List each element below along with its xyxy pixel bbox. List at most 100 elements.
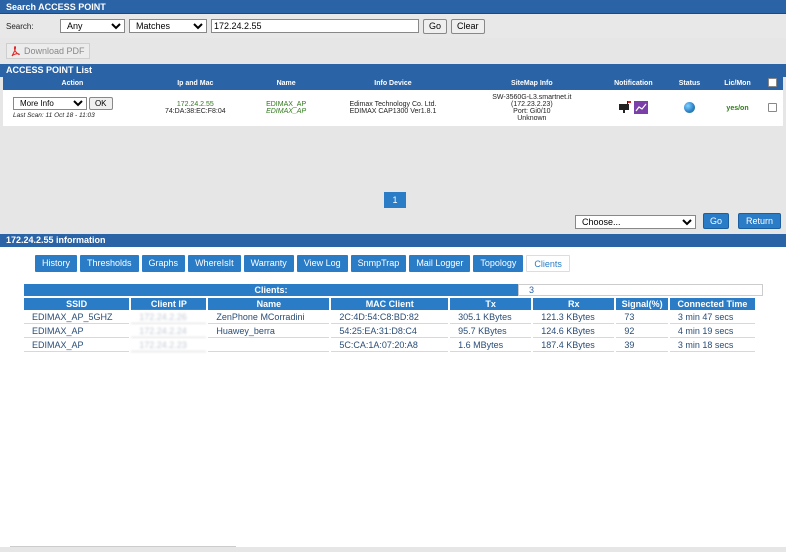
sitemap-location: Unknown xyxy=(517,115,547,122)
chart-icon[interactable] xyxy=(634,100,649,114)
col-ssid: SSID xyxy=(24,298,130,310)
col-mac-client: MAC Client xyxy=(331,298,449,310)
col-rx: Rx xyxy=(533,298,615,310)
cell-client-name: Huawey_berra xyxy=(208,325,330,338)
col-lic-mon: Lic/Mon xyxy=(713,77,762,90)
cell-ssid: EDIMAX_AP xyxy=(24,339,130,352)
cell-mac: 5C:CA:1A:07:20:A8 xyxy=(331,339,449,352)
search-row: Search: Any Matches Go Clear xyxy=(0,14,786,38)
cell-client-ip: 172.24.2.26 xyxy=(131,311,207,324)
cell-tx: 95.7 KBytes xyxy=(450,325,532,338)
cell-signal: 73 xyxy=(616,311,668,324)
page: Search ACCESS POINT Search: Any Matches … xyxy=(0,0,786,552)
tab-whereisit[interactable]: WhereIsIt xyxy=(188,255,241,272)
cell-client-ip: 172.24.2.24 xyxy=(131,325,207,338)
info-panel: History Thresholds Graphs WhereIsIt Warr… xyxy=(0,247,786,547)
info-title: 172.24.2.55 information xyxy=(0,234,786,247)
cell-client-ip: 172.24.2.23 xyxy=(131,339,207,352)
tab-mail-logger[interactable]: Mail Logger xyxy=(409,255,471,272)
sitemap-cell: SW-3560G-L3.smartnet.it (172.23.2.23) Po… xyxy=(462,90,602,126)
pdf-row: Download PDF xyxy=(0,38,786,64)
search-label: Search: xyxy=(6,21,34,31)
tab-topology[interactable]: Topology xyxy=(473,255,524,272)
mailbox-icon[interactable] xyxy=(618,101,632,114)
ap-ip[interactable]: 172.24.2.55 xyxy=(142,101,249,108)
cell-mac: 54:25:EA:31:D8:C4 xyxy=(331,325,449,338)
ip-mac-cell: 172.24.2.55 74:DA:38:EC:F8:04 xyxy=(141,90,249,126)
table-row: EDIMAX_AP_5GHZ 172.24.2.26 ZenPhone MCor… xyxy=(24,311,755,324)
action-select[interactable]: More Info xyxy=(13,97,87,110)
col-client-name: Name xyxy=(208,298,330,310)
ap-mac: 74:DA:38:EC:F8:04 xyxy=(164,108,226,115)
cell-tx: 1.6 MBytes xyxy=(450,339,532,352)
cell-connected-time: 3 min 18 secs xyxy=(669,339,755,352)
row-checkbox[interactable] xyxy=(767,102,777,112)
clients-label: Clients: xyxy=(24,284,518,296)
table-row: EDIMAX_AP 172.24.2.23 5C:CA:1A:07:20:A8 … xyxy=(24,339,755,352)
cell-tx: 305.1 KBytes xyxy=(450,311,532,324)
clients-table: SSID Client IP Name MAC Client Tx Rx Sig… xyxy=(22,297,757,353)
col-action: Action xyxy=(3,77,142,90)
col-sitemap: SiteMap Info xyxy=(462,77,602,90)
sitemap-switch: SW-3560G-L3.smartnet.it xyxy=(492,94,572,101)
col-signal: Signal(%) xyxy=(616,298,668,310)
search-input[interactable] xyxy=(211,19,419,33)
cell-rx: 187.4 KBytes xyxy=(533,339,615,352)
cell-client-name xyxy=(208,339,330,352)
clients-header: Clients: 3 xyxy=(24,284,763,296)
ap-name[interactable]: EDIMAX_AP xyxy=(249,101,324,108)
cell-ssid: EDIMAX_AP xyxy=(24,325,130,338)
sitemap-port: Port: Gi0/10 xyxy=(513,108,551,115)
download-pdf-button[interactable]: Download PDF xyxy=(6,43,90,59)
device-vendor: Edimax Technology Co. Ltd. xyxy=(349,101,437,108)
cell-signal: 92 xyxy=(616,325,668,338)
tab-clients[interactable]: Clients xyxy=(526,255,570,272)
clients-section: Clients: 3 SSID Client IP Name MAC Clien… xyxy=(24,284,763,353)
search-title: Search ACCESS POINT xyxy=(0,0,786,14)
tab-snmptrap[interactable]: SnmpTrap xyxy=(350,255,407,272)
ap-list-table: Action Ip and Mac Name Info Device SiteM… xyxy=(3,77,783,126)
tab-view-log[interactable]: View Log xyxy=(296,255,348,272)
download-pdf-label: Download PDF xyxy=(24,46,85,56)
col-status: Status xyxy=(665,77,714,90)
row-check-cell xyxy=(761,90,783,126)
list-empty-area xyxy=(0,126,786,192)
col-connected-time: Connected Time xyxy=(669,298,755,310)
col-tx: Tx xyxy=(450,298,532,310)
search-clear-button[interactable]: Clear xyxy=(451,18,485,34)
ap-name-alt: EDIMAX_AP xyxy=(266,108,307,115)
select-all-checkbox[interactable] xyxy=(767,78,777,87)
status-cell xyxy=(665,90,714,126)
bulk-action-select[interactable]: Choose... xyxy=(575,215,696,229)
cell-connected-time: 3 min 47 secs xyxy=(669,311,755,324)
tab-graphs[interactable]: Graphs xyxy=(141,255,186,272)
cell-signal: 39 xyxy=(616,339,668,352)
return-button[interactable]: Return xyxy=(738,213,781,229)
col-ip-mac: Ip and Mac xyxy=(141,77,249,90)
col-notification: Notification xyxy=(601,77,666,90)
cell-rx: 121.3 KBytes xyxy=(533,311,615,324)
match-type-select[interactable]: Matches xyxy=(129,19,207,33)
tab-warranty[interactable]: Warranty xyxy=(243,255,294,272)
col-select-all xyxy=(761,77,783,90)
col-name: Name xyxy=(248,77,324,90)
search-go-button[interactable]: Go xyxy=(423,18,448,34)
col-info-device: Info Device xyxy=(323,77,463,90)
cell-connected-time: 4 min 19 secs xyxy=(669,325,755,338)
info-tabs: History Thresholds Graphs WhereIsIt Warr… xyxy=(35,255,570,272)
tab-thresholds[interactable]: Thresholds xyxy=(80,255,139,272)
lic-mon-value: yes/on xyxy=(726,104,749,112)
device-cell: Edimax Technology Co. Ltd. EDIMAX CAP130… xyxy=(323,90,463,126)
search-field-select[interactable]: Any xyxy=(60,19,125,33)
ap-list-title: ACCESS POINT List xyxy=(0,64,786,77)
cell-mac: 2C:4D:54:C8:BD:82 xyxy=(331,311,449,324)
cell-ssid: EDIMAX_AP_5GHZ xyxy=(24,311,130,324)
col-client-ip: Client IP xyxy=(131,298,207,310)
page-button-1[interactable]: 1 xyxy=(384,192,406,208)
pdf-icon xyxy=(11,45,20,57)
bottom-divider xyxy=(10,546,236,547)
status-globe-icon xyxy=(683,101,695,113)
bulk-go-button[interactable]: Go xyxy=(703,213,729,229)
tab-history[interactable]: History xyxy=(35,255,78,272)
action-ok-button[interactable]: OK xyxy=(88,97,113,110)
